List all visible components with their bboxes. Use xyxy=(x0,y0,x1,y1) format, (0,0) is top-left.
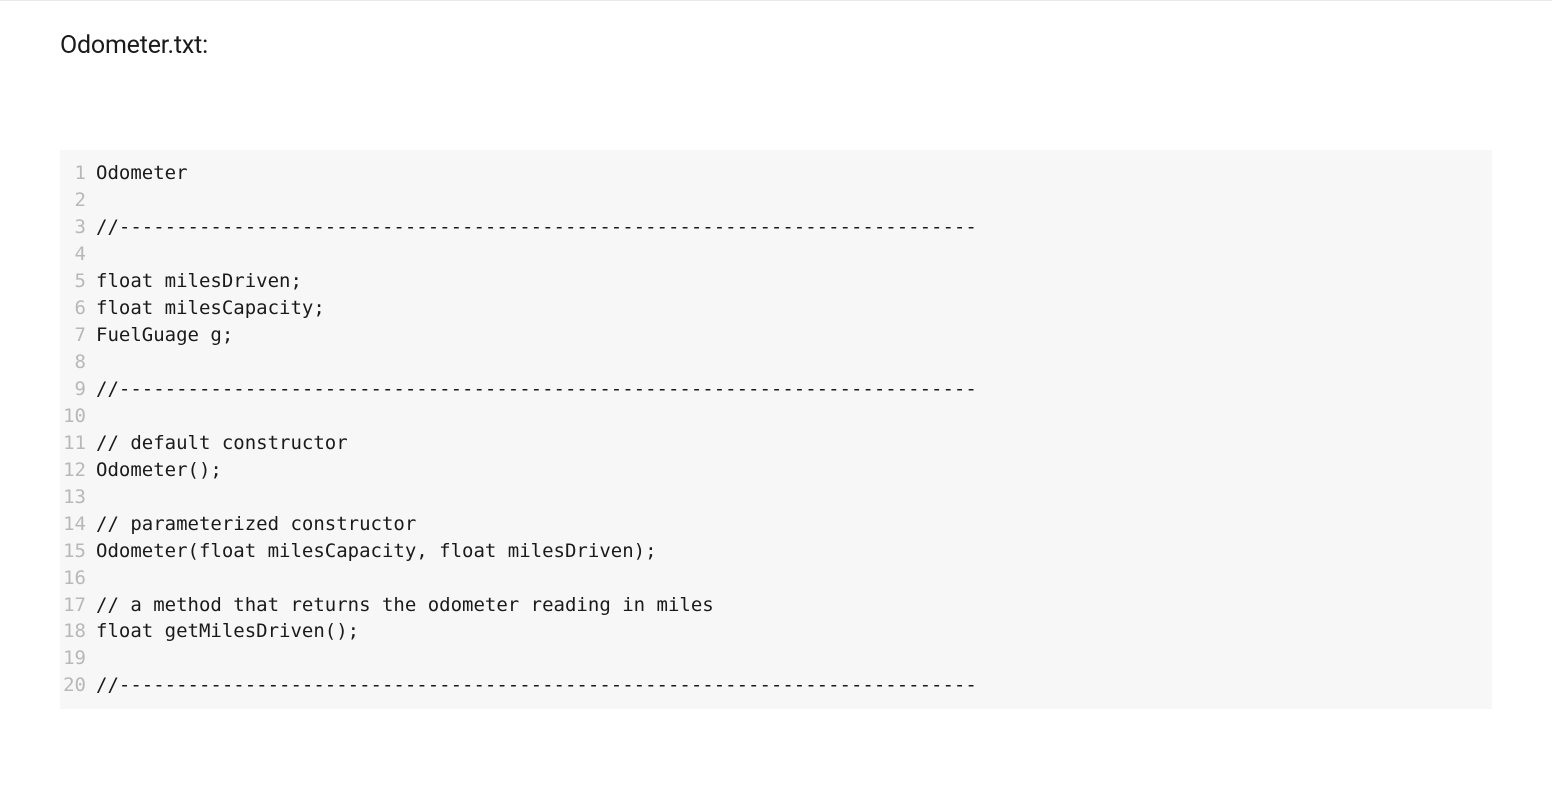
code-line: 8 xyxy=(60,349,1492,376)
code-line: 15Odometer(float milesCapacity, float mi… xyxy=(60,538,1492,565)
line-number: 15 xyxy=(60,538,96,565)
line-content xyxy=(96,349,1492,376)
line-content xyxy=(96,484,1492,511)
line-number: 9 xyxy=(60,376,96,403)
line-number: 2 xyxy=(60,187,96,214)
line-number: 5 xyxy=(60,268,96,295)
code-line: 4 xyxy=(60,241,1492,268)
line-content: // default constructor xyxy=(96,430,1492,457)
line-number: 13 xyxy=(60,484,96,511)
code-line: 11// default constructor xyxy=(60,430,1492,457)
line-number: 12 xyxy=(60,457,96,484)
code-line: 6float milesCapacity; xyxy=(60,295,1492,322)
line-content: float milesDriven; xyxy=(96,268,1492,295)
line-number: 3 xyxy=(60,214,96,241)
content-container: Odometer.txt: 1Odometer23//-------------… xyxy=(0,31,1552,709)
line-number: 20 xyxy=(60,672,96,699)
line-content: Odometer(float milesCapacity, float mile… xyxy=(96,538,1492,565)
line-content: // parameterized constructor xyxy=(96,511,1492,538)
code-line: 20//------------------------------------… xyxy=(60,672,1492,699)
line-number: 10 xyxy=(60,403,96,430)
code-line: 13 xyxy=(60,484,1492,511)
line-content: Odometer xyxy=(96,160,1492,187)
line-content xyxy=(96,187,1492,214)
code-line: 12Odometer(); xyxy=(60,457,1492,484)
line-content: //--------------------------------------… xyxy=(96,672,1492,699)
code-line: 2 xyxy=(60,187,1492,214)
line-number: 7 xyxy=(60,322,96,349)
line-number: 11 xyxy=(60,430,96,457)
code-line: 7FuelGuage g; xyxy=(60,322,1492,349)
code-block: 1Odometer23//---------------------------… xyxy=(60,150,1492,709)
line-number: 4 xyxy=(60,241,96,268)
line-content: Odometer(); xyxy=(96,457,1492,484)
line-content xyxy=(96,565,1492,592)
line-number: 14 xyxy=(60,511,96,538)
line-number: 1 xyxy=(60,160,96,187)
line-number: 18 xyxy=(60,618,96,645)
code-line: 10 xyxy=(60,403,1492,430)
line-content xyxy=(96,241,1492,268)
line-number: 19 xyxy=(60,645,96,672)
code-line: 14// parameterized constructor xyxy=(60,511,1492,538)
code-line: 9//-------------------------------------… xyxy=(60,376,1492,403)
line-content: FuelGuage g; xyxy=(96,322,1492,349)
code-line: 5float milesDriven; xyxy=(60,268,1492,295)
line-number: 6 xyxy=(60,295,96,322)
code-line: 19 xyxy=(60,645,1492,672)
line-content xyxy=(96,403,1492,430)
line-content: float milesCapacity; xyxy=(96,295,1492,322)
line-content: //--------------------------------------… xyxy=(96,214,1492,241)
line-number: 16 xyxy=(60,565,96,592)
line-content: //--------------------------------------… xyxy=(96,376,1492,403)
code-line: 16 xyxy=(60,565,1492,592)
code-line: 1Odometer xyxy=(60,160,1492,187)
file-heading: Odometer.txt: xyxy=(60,31,1492,60)
line-content: float getMilesDriven(); xyxy=(96,618,1492,645)
line-content xyxy=(96,645,1492,672)
line-content: // a method that returns the odometer re… xyxy=(96,592,1492,619)
line-number: 8 xyxy=(60,349,96,376)
code-line: 18float getMilesDriven(); xyxy=(60,618,1492,645)
code-line: 3//-------------------------------------… xyxy=(60,214,1492,241)
top-divider xyxy=(0,0,1552,1)
line-number: 17 xyxy=(60,592,96,619)
code-line: 17// a method that returns the odometer … xyxy=(60,592,1492,619)
